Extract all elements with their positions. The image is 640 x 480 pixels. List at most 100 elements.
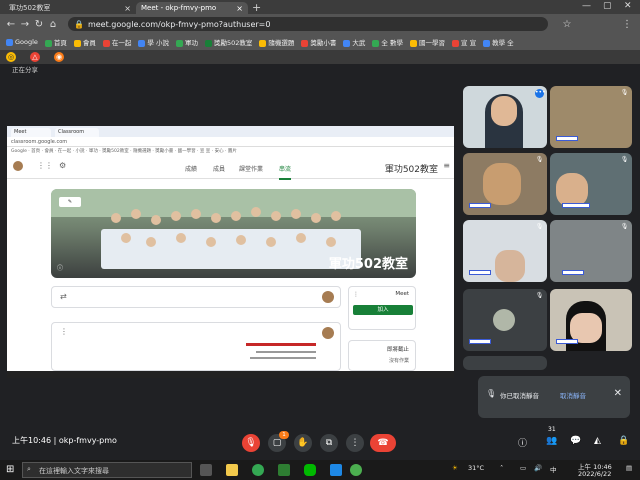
notification-center-icon[interactable]: ▤ [626, 464, 632, 472]
notification-action[interactable]: 取消靜音 [560, 390, 586, 400]
weather-icon: ☀ [452, 464, 458, 472]
bookmark-item[interactable]: 全 數學 [372, 37, 403, 47]
notification-text: 你已取消靜音 [500, 392, 539, 400]
maximize-button[interactable]: ▢ [603, 1, 612, 11]
bookmark-star-icon[interactable]: ☆ [560, 19, 574, 30]
participant-tile[interactable]: 🎙 [463, 220, 547, 282]
close-window-button[interactable]: ✕ [624, 1, 632, 11]
windows-start-icon[interactable]: ⊞ [6, 464, 14, 475]
minimize-button[interactable]: — [582, 1, 591, 11]
announce-box[interactable]: ⇄ [51, 286, 341, 308]
activities-icon[interactable]: ◭ [594, 436, 601, 446]
mic-toggle-button[interactable]: 🎙 [242, 434, 260, 452]
bookmark-item[interactable]: 會員 [73, 37, 96, 47]
settings-icon[interactable]: ⚙ [59, 161, 66, 170]
host-controls-icon[interactable]: 🔒 [618, 436, 629, 446]
present-button[interactable]: ⧉ [320, 434, 338, 452]
url-text: meet.google.com/okp-fmvy-pmo?authuser=0 [87, 19, 271, 29]
bookmark-item[interactable]: 大武 [343, 37, 365, 47]
people-icon[interactable]: 👥 [546, 436, 557, 446]
speaking-icon: ••• [535, 89, 546, 98]
mic-off-icon: 🎙 [535, 292, 544, 299]
apps-grid-icon[interactable]: ⋮⋮ [37, 161, 53, 170]
extension-icon[interactable]: ◎ [6, 52, 16, 62]
reload-icon[interactable]: ↻ [32, 19, 46, 30]
bookmark-item[interactable]: 首頁 [44, 37, 67, 47]
participant-tile[interactable]: 🎙 [550, 86, 632, 148]
shared-taskbar [7, 371, 454, 378]
close-icon[interactable]: ✕ [614, 388, 622, 399]
tab-members[interactable]: 成員 [213, 164, 225, 173]
participant-tile[interactable]: 🎙 [463, 153, 547, 215]
avatar [322, 291, 334, 303]
meeting-details-icon[interactable]: ⓘ [518, 436, 527, 449]
shared-screen: Meet Classroom classroom.google.com Goog… [7, 126, 454, 371]
taskbar-search[interactable]: ⌕ 在這裡輸入文字來搜尋 [22, 462, 192, 478]
customize-icon[interactable]: ✎ [59, 197, 81, 207]
tab-label: 軍功502教室 [9, 4, 51, 12]
repost-icon[interactable]: ⇄ [60, 292, 67, 301]
file-explorer-icon[interactable] [226, 464, 238, 476]
stream-post: ⋮ [51, 322, 341, 371]
menu-icon[interactable]: ≡ [443, 161, 450, 170]
forward-icon[interactable]: → [18, 19, 32, 30]
bookmark-item[interactable]: 獎勵小書 [301, 37, 336, 47]
participant-tile[interactable]: ••• [463, 86, 547, 148]
chat-icon[interactable]: 💬 [570, 436, 581, 446]
info-icon[interactable]: ⓘ [57, 263, 63, 272]
back-icon[interactable]: ← [4, 19, 18, 30]
participant-tile[interactable] [550, 289, 632, 351]
participant-video [483, 163, 521, 205]
bookmark-item[interactable]: 宣 宣 [452, 37, 476, 47]
more-options-button[interactable]: ⋮ [346, 434, 364, 452]
more-icon[interactable]: ⋮ [353, 291, 359, 298]
close-tab-icon[interactable]: × [236, 4, 243, 13]
url-input[interactable]: 🔒 meet.google.com/okp-fmvy-pmo?authuser=… [68, 17, 548, 31]
bookmark-item[interactable]: 軍功 [176, 37, 198, 47]
bookmark-item[interactable]: 隨機選題 [259, 37, 294, 47]
mic-off-icon: 🎙 [620, 89, 629, 96]
app-icon[interactable] [330, 464, 342, 476]
bookmark-item[interactable]: 獎勵502教室 [205, 37, 252, 47]
join-button[interactable]: 加入 [353, 305, 413, 315]
tab-stream[interactable]: 串流 [279, 164, 292, 180]
ime-indicator[interactable]: 中 [550, 464, 557, 474]
extension-icon[interactable]: △ [30, 52, 40, 62]
close-tab-icon[interactable]: × [124, 4, 131, 13]
bookmark-item[interactable]: 教學 全 [483, 37, 514, 47]
bookmark-item[interactable]: Google [6, 38, 38, 46]
upcoming-title: 即將截止 [386, 347, 409, 353]
bookmark-item[interactable]: 學 小說 [138, 37, 169, 47]
participant-name-tag [562, 270, 584, 275]
app-icon[interactable] [278, 464, 290, 476]
task-view-icon[interactable] [200, 464, 212, 476]
browser-tab-classroom[interactable]: 軍功502教室 × [4, 2, 136, 14]
participant-tile[interactable]: 🎙 [550, 153, 632, 215]
menu-icon[interactable]: ⋮ [620, 19, 634, 30]
browser-tab-meet[interactable]: Meet - okp-fmvy-pmo × [136, 2, 248, 14]
new-tab-button[interactable]: + [252, 1, 261, 14]
end-call-button[interactable]: ☎ [370, 434, 396, 452]
clock-date: 2022/6/22 [578, 470, 612, 478]
volume-icon[interactable]: 🔊 [534, 464, 542, 472]
raise-hand-button[interactable]: ✋ [294, 434, 312, 452]
line-icon[interactable] [304, 464, 316, 476]
meet-title: Meet [395, 291, 409, 297]
home-icon[interactable]: ⌂ [46, 19, 60, 30]
participant-tile[interactable] [463, 356, 547, 370]
participant-tile[interactable]: 🎙 [550, 220, 632, 282]
more-icon[interactable]: ⋮ [60, 327, 68, 336]
extension-icon[interactable]: ◉ [54, 52, 64, 62]
network-icon[interactable]: ▭ [520, 464, 526, 472]
tab-classwork[interactable]: 課堂作業 [239, 164, 263, 173]
chrome-active-icon[interactable] [350, 464, 362, 476]
bookmark-item[interactable]: 國一學習 [410, 37, 445, 47]
participant-tile[interactable]: 🎙 [463, 289, 547, 351]
tab-grades[interactable]: 成績 [185, 164, 197, 173]
class-banner: ✎ ⓘ 軍功502教室 [51, 189, 416, 278]
shared-tab: Classroom [55, 128, 99, 137]
chrome-icon[interactable] [252, 464, 264, 476]
bookmark-item[interactable]: 在一起 [102, 37, 131, 47]
tray-arrow-icon[interactable]: ˄ [500, 464, 503, 472]
avatar[interactable] [13, 161, 23, 171]
